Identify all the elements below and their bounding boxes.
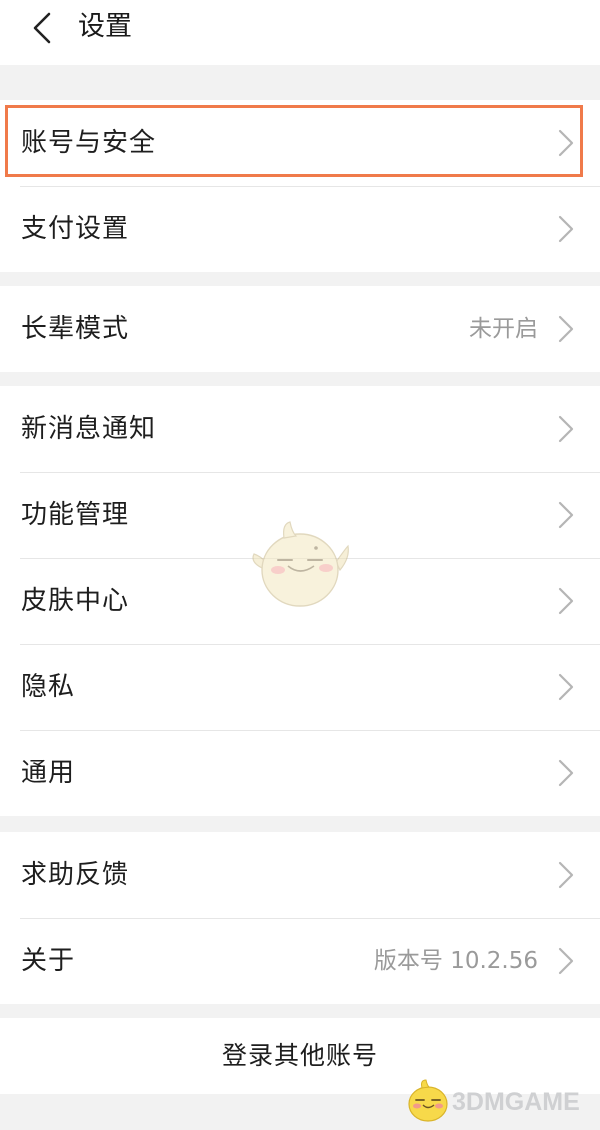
watermark-text: 3DMGAME xyxy=(452,1088,580,1116)
row-label: 隐私 xyxy=(21,672,76,702)
page-title: 设置 xyxy=(78,11,132,42)
mascot-watermark-icon xyxy=(252,521,349,607)
chevron-right-icon xyxy=(558,129,574,157)
chevron-right-icon xyxy=(558,759,574,787)
settings-group-help: 求助反馈 关于 版本号 10.2.56 xyxy=(0,832,600,1004)
row-label: 功能管理 xyxy=(21,500,130,530)
settings-group-account: 账号与安全 支付设置 xyxy=(0,100,600,272)
brand-watermark: 3DMGAME xyxy=(404,1078,594,1128)
row-about[interactable]: 关于 版本号 10.2.56 xyxy=(0,918,600,1004)
row-help-feedback[interactable]: 求助反馈 xyxy=(0,832,600,918)
chevron-left-icon xyxy=(33,12,51,44)
version-value: 版本号 10.2.56 xyxy=(373,948,538,974)
row-notifications[interactable]: 新消息通知 xyxy=(0,386,600,472)
row-label: 长辈模式 xyxy=(21,314,130,344)
row-payment-settings[interactable]: 支付设置 xyxy=(0,186,600,272)
row-label: 通用 xyxy=(21,758,76,788)
top-bar: 设置 xyxy=(0,0,600,65)
chevron-right-icon xyxy=(558,315,574,343)
row-label: 支付设置 xyxy=(21,214,130,244)
chevron-right-icon xyxy=(558,501,574,529)
bird-mascot-logo-icon xyxy=(408,1079,448,1122)
chevron-right-icon xyxy=(558,587,574,615)
chevron-right-icon xyxy=(558,215,574,243)
row-privacy[interactable]: 隐私 xyxy=(0,644,600,730)
row-label: 关于 xyxy=(21,946,76,976)
row-label: 账号与安全 xyxy=(21,128,157,158)
row-elder-mode[interactable]: 长辈模式 未开启 xyxy=(0,286,600,372)
row-general[interactable]: 通用 xyxy=(0,730,600,816)
chevron-right-icon xyxy=(558,673,574,701)
chevron-right-icon xyxy=(558,947,574,975)
row-account-security[interactable]: 账号与安全 xyxy=(0,100,600,186)
row-label: 皮肤中心 xyxy=(21,586,130,616)
settings-group-elder: 长辈模式 未开启 xyxy=(0,286,600,372)
back-button[interactable] xyxy=(22,8,62,48)
chevron-right-icon xyxy=(558,861,574,889)
row-label: 求助反馈 xyxy=(21,860,130,890)
row-value: 未开启 xyxy=(469,316,538,342)
chevron-right-icon xyxy=(558,415,574,443)
row-label: 新消息通知 xyxy=(21,414,157,444)
